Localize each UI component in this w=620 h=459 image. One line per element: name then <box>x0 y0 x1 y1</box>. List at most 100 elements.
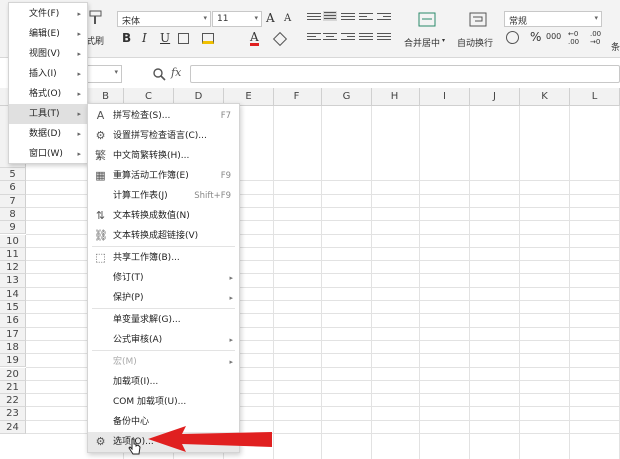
menu-separator <box>92 350 235 351</box>
main-menu-item-label: 格式(O) <box>29 89 62 99</box>
main-menu-item[interactable]: 格式(O) ▸ <box>9 84 87 104</box>
align-right-icon[interactable] <box>341 33 355 43</box>
column-header[interactable]: H <box>370 88 420 106</box>
chevron-down-icon: ▾ <box>254 14 258 22</box>
tools-menu-item[interactable]: ⚙ 设置拼写检查语言(C)... <box>88 126 239 146</box>
tools-menu-item[interactable]: 修订(T) ▸ <box>88 268 239 288</box>
row-header[interactable]: 17 <box>0 327 26 341</box>
row-header[interactable]: 15 <box>0 301 26 315</box>
main-menu-item[interactable]: 窗口(W) ▸ <box>9 144 87 164</box>
row-header[interactable]: 8 <box>0 207 26 222</box>
column-header[interactable]: F <box>272 88 322 106</box>
row-header[interactable]: 19 <box>0 354 26 368</box>
fx-label[interactable]: fx <box>171 66 181 79</box>
tools-menu-item[interactable]: ⇅ 文本转换成数值(N) <box>88 206 239 226</box>
merge-cells-icon <box>418 12 436 27</box>
main-menu-item[interactable]: 视图(V) ▸ <box>9 44 87 64</box>
main-menu-item[interactable]: 插入(I) ▸ <box>9 64 87 84</box>
row-header[interactable]: 7 <box>0 194 26 208</box>
row-header[interactable]: 6 <box>0 181 26 195</box>
row-header[interactable]: 20 <box>0 367 26 381</box>
align-center-icon[interactable] <box>323 33 337 43</box>
merge-center-button[interactable]: 合并居中 ▾ <box>404 10 450 49</box>
font-color-button[interactable]: A <box>250 31 259 46</box>
text-to-number-icon: ⇅ <box>95 209 106 222</box>
tools-menu-item-label: 计算工作表(J) <box>113 191 168 201</box>
shortcut-label: F9 <box>220 171 231 181</box>
tools-menu-item[interactable]: ⛓ 文本转换成超链接(V) <box>88 226 239 246</box>
row-header[interactable]: 11 <box>0 247 26 262</box>
font-size-select[interactable]: 11 ▾ <box>212 11 262 27</box>
main-menu-item-label: 工具(T) <box>29 109 60 119</box>
tools-menu-item[interactable]: 加载项(I)... <box>88 372 239 392</box>
border-icon[interactable] <box>178 33 189 44</box>
row-header[interactable]: 21 <box>0 380 26 395</box>
distributed-icon[interactable] <box>377 33 391 43</box>
fill-color-icon[interactable] <box>202 33 214 44</box>
increase-decimal-icon[interactable]: ←0.00 <box>568 30 579 46</box>
row-header[interactable]: 14 <box>0 287 26 301</box>
tools-menu-item[interactable]: 计算工作表(J) Shift+F9 <box>88 186 239 206</box>
formula-input[interactable] <box>190 65 620 83</box>
tools-menu-item[interactable]: 公式审核(A) ▸ <box>88 330 239 350</box>
row-header[interactable]: 24 <box>0 420 26 434</box>
tools-menu-item[interactable]: 保护(P) ▸ <box>88 288 239 308</box>
wrap-text-button[interactable]: 自动换行 <box>455 10 501 49</box>
tools-menu-item[interactable]: A 拼写检查(S)... F7 <box>88 106 239 126</box>
row-header[interactable]: 13 <box>0 274 26 288</box>
row-header[interactable]: 9 <box>0 221 26 235</box>
bold-button[interactable]: B <box>122 31 131 45</box>
main-menu-item[interactable]: 数据(D) ▸ <box>9 124 87 144</box>
column-header[interactable]: I <box>420 88 470 106</box>
underline-button[interactable]: U <box>160 31 170 45</box>
thousands-button[interactable]: 000 <box>546 32 561 41</box>
column-header[interactable]: G <box>322 88 372 106</box>
font-name-select[interactable]: 宋体 ▾ <box>117 11 211 27</box>
tools-menu-item[interactable]: COM 加载项(U)... <box>88 392 239 412</box>
column-header[interactable]: J <box>470 88 520 106</box>
tools-menu-item[interactable]: 宏(M) ▸ <box>88 352 239 372</box>
align-top-icon[interactable] <box>307 13 321 23</box>
number-format-select[interactable]: 常规 ▾ <box>504 11 602 27</box>
chevron-right-icon: ▸ <box>77 70 81 78</box>
currency-icon[interactable] <box>506 31 519 44</box>
percent-button[interactable]: % <box>530 30 541 44</box>
row-header[interactable]: 5 <box>0 168 26 182</box>
row-header[interactable]: 16 <box>0 314 26 328</box>
row-header[interactable]: 12 <box>0 261 26 275</box>
tools-menu-item[interactable]: 繁中文简繁转换(H)... <box>88 146 239 166</box>
decrease-decimal-icon[interactable]: .00 →0 <box>590 30 601 46</box>
tools-menu-item[interactable]: ▦ 重算活动工作簿(E) F9 <box>88 166 239 186</box>
main-menu-item[interactable]: 工具(T) ▸ <box>9 104 87 124</box>
menu-separator <box>92 246 235 247</box>
main-menu-item[interactable]: 编辑(E) ▸ <box>9 24 87 44</box>
conditional-format-button[interactable]: 条 <box>611 40 620 53</box>
shortcut-label: F7 <box>220 111 231 121</box>
align-left-icon[interactable] <box>307 33 321 43</box>
name-box[interactable]: ▾ <box>86 65 122 83</box>
indent-decrease-icon[interactable] <box>359 13 373 23</box>
tools-menu-item-label: 文本转换成数值(N) <box>113 211 190 221</box>
tools-menu-item[interactable]: 单变量求解(G)... <box>88 310 239 330</box>
zoom-icon[interactable] <box>152 67 166 81</box>
menu-separator <box>92 308 235 309</box>
chevron-right-icon: ▸ <box>77 110 81 118</box>
clear-format-icon[interactable] <box>272 31 288 47</box>
justify-icon[interactable] <box>359 33 373 43</box>
align-middle-icon[interactable] <box>323 11 337 21</box>
formula-bar: ▾ fx <box>0 63 620 85</box>
increase-font-button[interactable]: A <box>266 11 275 25</box>
indent-increase-icon[interactable] <box>377 13 391 23</box>
row-header[interactable]: 18 <box>0 340 26 355</box>
column-header[interactable]: K <box>520 88 570 106</box>
row-header[interactable]: 23 <box>0 407 26 421</box>
decrease-font-button[interactable]: A <box>284 13 291 24</box>
tools-menu-item[interactable]: ⬚ 共享工作簿(B)... <box>88 248 239 268</box>
row-header[interactable]: 10 <box>0 234 26 248</box>
main-menu-item[interactable]: 文件(F) ▸ <box>9 4 87 24</box>
italic-button[interactable]: I <box>142 31 147 45</box>
align-bottom-icon[interactable] <box>341 13 355 23</box>
chevron-down-icon: ▾ <box>594 14 598 22</box>
row-header[interactable]: 22 <box>0 394 26 408</box>
column-header[interactable]: L <box>570 88 620 106</box>
